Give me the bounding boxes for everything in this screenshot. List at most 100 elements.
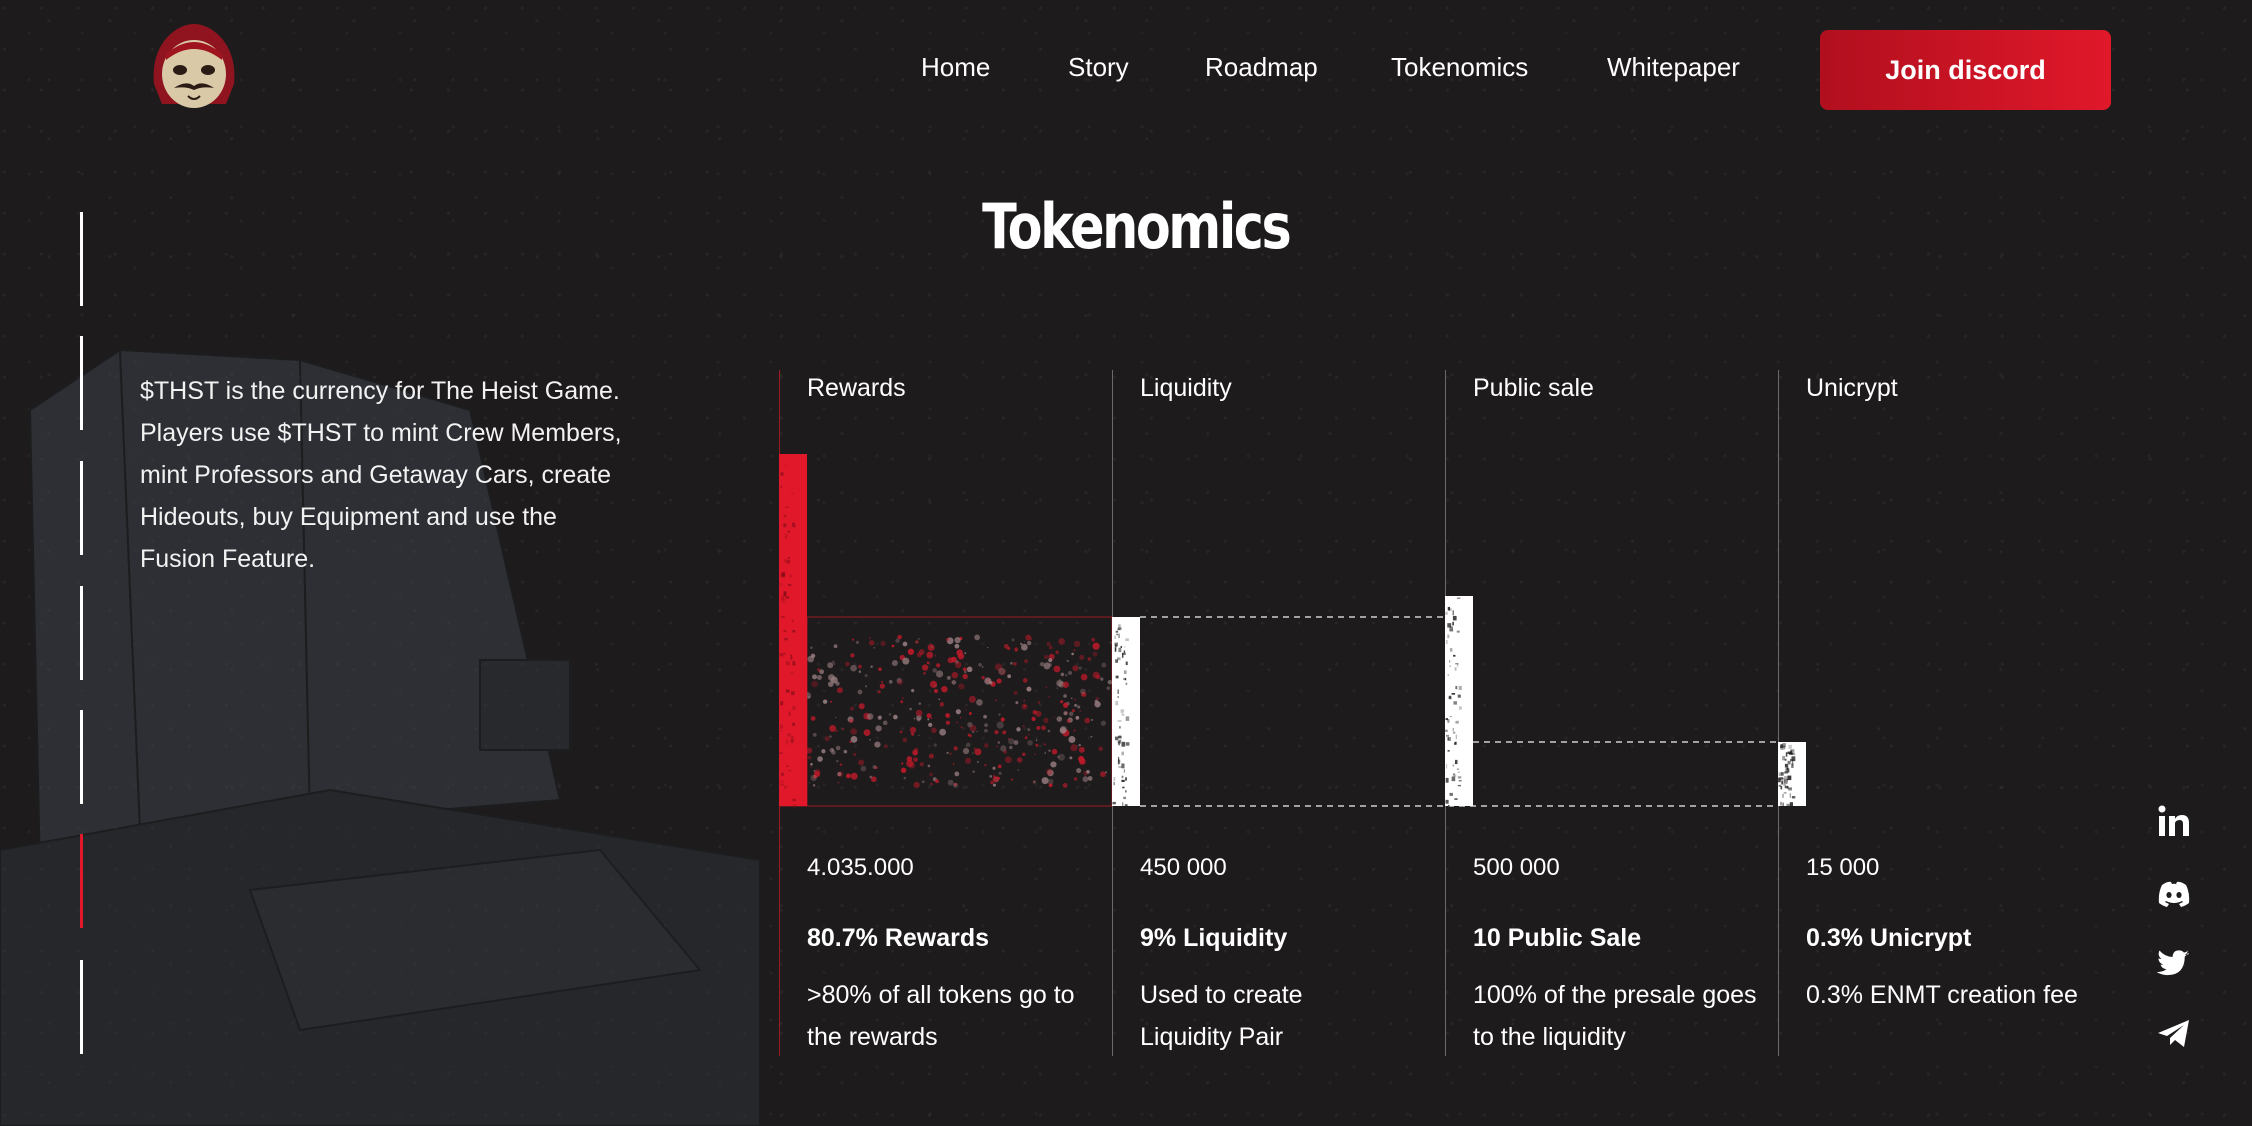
splatter-dot	[1033, 710, 1038, 715]
bar-texture	[1449, 629, 1453, 632]
bar-texture	[1784, 792, 1787, 794]
bar-texture	[780, 784, 784, 786]
splatter-dot	[915, 640, 919, 644]
splatter-dot	[1028, 734, 1029, 735]
splatter-dot	[1044, 662, 1051, 669]
amount-label: 15 000	[1806, 854, 1879, 882]
splatter-dot	[1079, 758, 1086, 765]
splatter-dot	[909, 708, 912, 711]
splatter-dot	[1001, 717, 1005, 721]
splatter-dot	[1015, 701, 1018, 704]
bar-texture	[1121, 646, 1122, 648]
splatter-dot	[984, 723, 988, 727]
splatter-dot	[1101, 721, 1106, 726]
splatter-dot	[1056, 687, 1058, 689]
splatter-dot	[936, 663, 940, 667]
bar-texture	[1448, 737, 1450, 740]
splatter-dot	[815, 769, 821, 775]
bar-texture	[792, 523, 795, 527]
bar-texture	[1782, 745, 1783, 748]
splatter-dot	[1056, 680, 1063, 687]
bar-texture	[1445, 612, 1447, 615]
bar-texture	[1790, 793, 1791, 798]
splatter-dot	[904, 777, 907, 780]
splatter-dot	[1071, 653, 1074, 656]
discord-icon[interactable]	[2156, 876, 2192, 912]
splatter-dot	[922, 664, 928, 670]
bar-texture	[1115, 701, 1118, 705]
bar-texture	[1779, 785, 1782, 787]
splatter-dot	[927, 661, 930, 664]
splatter-dot	[844, 750, 848, 754]
bar-texture	[1792, 759, 1794, 760]
splatter-dot	[849, 741, 851, 743]
splatter-dot	[1038, 701, 1041, 704]
splatter-dot	[1068, 671, 1072, 675]
splatter-dot	[1081, 674, 1088, 681]
bar-texture	[785, 596, 789, 598]
splatter-dot	[1005, 756, 1012, 763]
bar-texture	[789, 770, 791, 771]
bar-rewards	[779, 454, 807, 806]
splatter-dot	[914, 748, 918, 752]
splatter-dot	[931, 717, 933, 719]
linkedin-icon[interactable]	[2156, 804, 2192, 840]
splatter-dot	[1091, 719, 1093, 721]
bar-texture	[1448, 750, 1450, 752]
twitter-icon[interactable]	[2156, 946, 2192, 982]
splatter-dot	[858, 760, 864, 766]
bar-texture	[1122, 787, 1124, 789]
splatter-dot	[954, 746, 958, 750]
splatter-dot	[850, 707, 854, 711]
bar-texture	[1789, 787, 1792, 788]
splatter-dot	[1000, 745, 1006, 751]
splatter-dot	[1015, 649, 1018, 652]
bar-texture	[791, 740, 794, 743]
splatter-dot	[1073, 729, 1075, 731]
splatter-dot	[1093, 652, 1098, 657]
splatter-dot	[900, 731, 903, 734]
bar-texture	[788, 557, 790, 559]
splatter-dot	[1014, 740, 1019, 745]
splatter-dot	[1066, 719, 1070, 723]
splatter-dot	[1074, 777, 1077, 780]
splatter-dot	[869, 640, 874, 645]
bar-texture	[1786, 804, 1790, 809]
splatter-dot	[928, 765, 931, 768]
bar-texture	[785, 464, 786, 467]
description: 0.3% ENMT creation fee	[1806, 974, 2126, 1016]
bar-texture	[1118, 634, 1120, 639]
splatter-dot	[893, 715, 898, 720]
splatter-dot	[964, 652, 966, 654]
bar-texture	[1453, 728, 1454, 731]
splatter-dot	[1071, 698, 1072, 699]
bar-texture	[1122, 802, 1123, 806]
splatter-dot	[974, 748, 976, 750]
splatter-dot	[994, 730, 998, 734]
splatter-dot	[1031, 717, 1035, 721]
splatter-dot	[967, 667, 973, 673]
bar-texture	[1788, 745, 1791, 749]
splatter-dot	[928, 723, 932, 727]
splatter-dot	[998, 772, 1001, 775]
splatter-dot	[935, 779, 939, 783]
splatter-dot	[936, 718, 937, 719]
splatter-dot	[1020, 643, 1022, 645]
bar-texture	[1786, 781, 1788, 784]
bar-texture	[781, 485, 782, 488]
bar-texture	[1115, 636, 1116, 639]
splatter-dot	[972, 752, 974, 754]
splatter-dot	[892, 645, 895, 648]
telegram-icon[interactable]	[2156, 1016, 2192, 1052]
bar-texture	[1125, 790, 1126, 792]
bar-texture	[1453, 610, 1454, 615]
splatter-dot	[954, 771, 959, 776]
bar-texture	[1126, 662, 1128, 666]
splatter-dot	[1091, 736, 1093, 738]
bar-texture	[791, 736, 794, 739]
bar-texture	[1459, 706, 1462, 709]
splatter-dot	[903, 738, 908, 743]
tokenomics-chart	[0, 0, 2252, 1126]
splatter-dot	[961, 726, 963, 728]
splatter-dot	[897, 679, 903, 685]
